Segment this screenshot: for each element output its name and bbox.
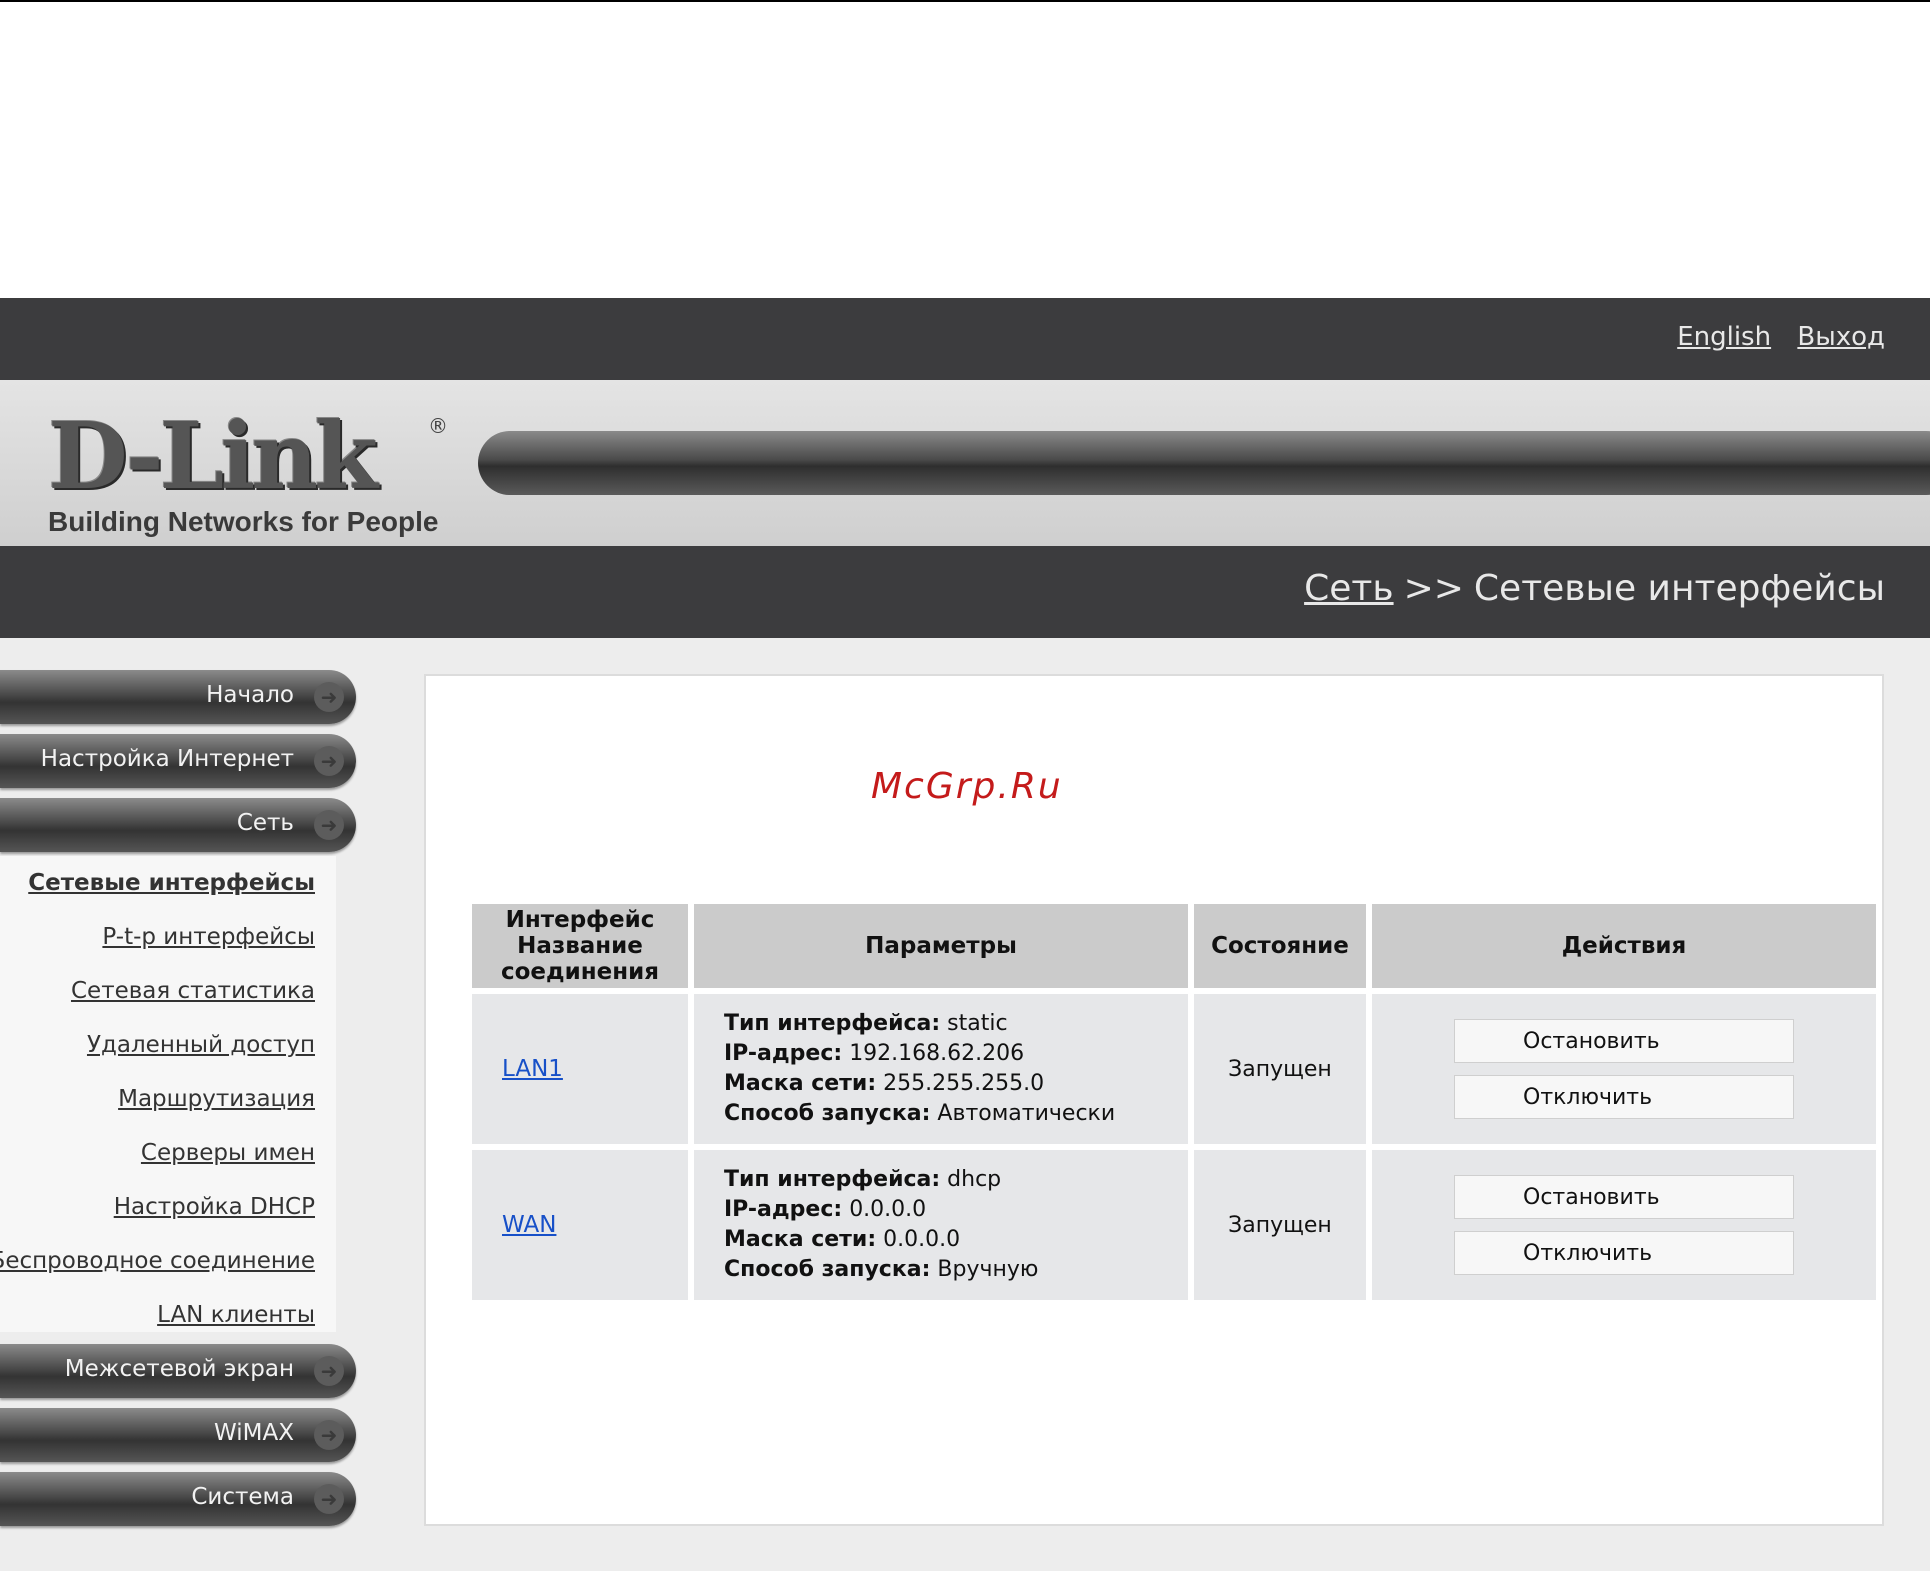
arrow-right-icon: ➜ — [314, 1484, 344, 1514]
header-params: Параметры — [694, 904, 1188, 988]
table-row: LAN1 Тип интерфейса: static IP-адрес: 19… — [472, 994, 1876, 1144]
params-cell: Тип интерфейса: dhcp IP-адрес: 0.0.0.0 М… — [694, 1150, 1188, 1300]
table-row: WAN Тип интерфейса: dhcp IP-адрес: 0.0.0… — [472, 1150, 1876, 1300]
language-link[interactable]: English — [1677, 322, 1771, 352]
param-type: Тип интерфейса: static — [724, 1009, 1187, 1039]
logo-band: D-Link ® Building Networks for People — [0, 380, 1930, 546]
breadcrumb-bar: Сеть >> Сетевые интерфейсы — [0, 546, 1930, 638]
actions-cell: Остановить Отключить — [1372, 1150, 1876, 1300]
param-label: Маска сети: — [724, 1227, 877, 1252]
param-label: Способ запуска: — [724, 1101, 931, 1126]
param-label: Тип интерфейса: — [724, 1011, 941, 1036]
actions-cell: Остановить Отключить — [1372, 994, 1876, 1144]
network-submenu: Сетевые интерфейсы P-t-p интерфейсы Сете… — [0, 856, 336, 1332]
params-cell: Тип интерфейса: static IP-адрес: 192.168… — [694, 994, 1188, 1144]
header-interface-line: Интерфейс — [505, 907, 655, 933]
param-value: 192.168.62.206 — [849, 1041, 1025, 1066]
param-value: static — [947, 1011, 1008, 1036]
router-web-ui: English Выход D-Link ® Building Networks… — [0, 298, 1930, 1571]
submenu-name-servers[interactable]: Серверы имен — [141, 1140, 315, 1166]
top-links: English Выход — [1659, 322, 1885, 352]
submenu-lan-clients[interactable]: LAN клиенты — [157, 1302, 315, 1328]
table-header-row: Интерфейс Название соединения Параметры … — [472, 904, 1876, 988]
interface-name-cell: LAN1 — [472, 994, 688, 1144]
header-interface: Интерфейс Название соединения — [472, 904, 688, 988]
registered-mark: ® — [428, 414, 448, 438]
param-value: 255.255.255.0 — [883, 1071, 1045, 1096]
param-type: Тип интерфейса: dhcp — [724, 1165, 1187, 1195]
param-start: Способ запуска: Автоматически — [724, 1099, 1187, 1129]
param-value: 0.0.0.0 — [883, 1227, 961, 1252]
param-ip: IP-адрес: 0.0.0.0 — [724, 1195, 1187, 1225]
param-mask: Маска сети: 0.0.0.0 — [724, 1225, 1187, 1255]
arrow-right-icon: ➜ — [314, 1420, 344, 1450]
submenu-ptp-interfaces[interactable]: P-t-p интерфейсы — [102, 924, 315, 950]
interface-link[interactable]: LAN1 — [502, 1056, 563, 1082]
param-value: dhcp — [947, 1167, 1002, 1192]
menu-item-label: WiMAX — [214, 1420, 294, 1446]
param-value: Вручную — [937, 1257, 1039, 1282]
param-label: Маска сети: — [724, 1071, 877, 1096]
page-top-rule — [0, 0, 1930, 2]
menu-item-label: Сеть — [236, 810, 294, 836]
param-label: Способ запуска: — [724, 1257, 931, 1282]
stop-button[interactable]: Остановить — [1454, 1019, 1794, 1063]
menu-item-label: Начало — [206, 682, 294, 708]
header-interface-line: соединения — [501, 959, 659, 985]
status-text: Запущен — [1194, 1150, 1366, 1300]
breadcrumb-separator: >> — [1403, 568, 1464, 609]
param-label: IP-адрес: — [724, 1197, 843, 1222]
stop-button[interactable]: Остановить — [1454, 1175, 1794, 1219]
menu-item-internet-setup[interactable]: Настройка Интернет ➜ — [0, 734, 356, 788]
logout-link[interactable]: Выход — [1797, 322, 1885, 352]
logo-wordmark: D-Link — [48, 402, 378, 510]
menu-item-firewall[interactable]: Межсетевой экран ➜ — [0, 1344, 356, 1398]
interface-name-cell: WAN — [472, 1150, 688, 1300]
breadcrumb-parent-link[interactable]: Сеть — [1304, 568, 1393, 609]
status-text: Запущен — [1194, 994, 1366, 1144]
menu-item-network[interactable]: Сеть ➜ — [0, 798, 356, 852]
menu-item-label: Система — [191, 1484, 294, 1510]
param-mask: Маска сети: 255.255.255.0 — [724, 1069, 1187, 1099]
submenu-dhcp-setup[interactable]: Настройка DHCP — [114, 1194, 315, 1220]
arrow-right-icon: ➜ — [314, 810, 344, 840]
content-panel: McGrp.Ru Интерфейс Название соединения П… — [424, 674, 1884, 1526]
logo-tagline: Building Networks for People — [48, 506, 439, 537]
header-state: Состояние — [1194, 904, 1366, 988]
param-start: Способ запуска: Вручную — [724, 1255, 1187, 1285]
param-label: Тип интерфейса: — [724, 1167, 941, 1192]
submenu-wireless[interactable]: Беспроводное соединение — [0, 1248, 315, 1274]
submenu-routing[interactable]: Маршрутизация — [118, 1086, 315, 1112]
header-decoration-bar — [478, 431, 1930, 495]
param-label: IP-адрес: — [724, 1041, 843, 1066]
menu-item-wimax[interactable]: WiMAX ➜ — [0, 1408, 356, 1462]
arrow-right-icon: ➜ — [314, 746, 344, 776]
submenu-network-interfaces[interactable]: Сетевые интерфейсы — [28, 870, 315, 896]
arrow-right-icon: ➜ — [314, 1356, 344, 1386]
menu-item-label: Настройка Интернет — [40, 746, 294, 772]
header-actions: Действия — [1372, 904, 1876, 988]
page-title: Сетевые интерфейсы — [1473, 568, 1885, 609]
dlink-logo: D-Link ® Building Networks for People — [48, 402, 448, 538]
disable-button[interactable]: Отключить — [1454, 1231, 1794, 1275]
top-bar: English Выход — [0, 298, 1930, 380]
watermark: McGrp.Ru — [871, 766, 1063, 807]
menu-item-system[interactable]: Система ➜ — [0, 1472, 356, 1526]
submenu-network-statistics[interactable]: Сетевая статистика — [71, 978, 315, 1004]
param-value: Автоматически — [937, 1101, 1116, 1126]
submenu-remote-access[interactable]: Удаленный доступ — [87, 1032, 315, 1058]
interface-link[interactable]: WAN — [502, 1212, 556, 1238]
menu-item-home[interactable]: Начало ➜ — [0, 670, 356, 724]
param-value: 0.0.0.0 — [849, 1197, 927, 1222]
breadcrumb: Сеть >> Сетевые интерфейсы — [1304, 568, 1885, 609]
menu-item-label: Межсетевой экран — [64, 1356, 294, 1382]
header-interface-line: Название — [517, 933, 643, 959]
param-ip: IP-адрес: 192.168.62.206 — [724, 1039, 1187, 1069]
interfaces-table: Интерфейс Название соединения Параметры … — [466, 898, 1882, 1306]
disable-button[interactable]: Отключить — [1454, 1075, 1794, 1119]
arrow-right-icon: ➜ — [314, 682, 344, 712]
